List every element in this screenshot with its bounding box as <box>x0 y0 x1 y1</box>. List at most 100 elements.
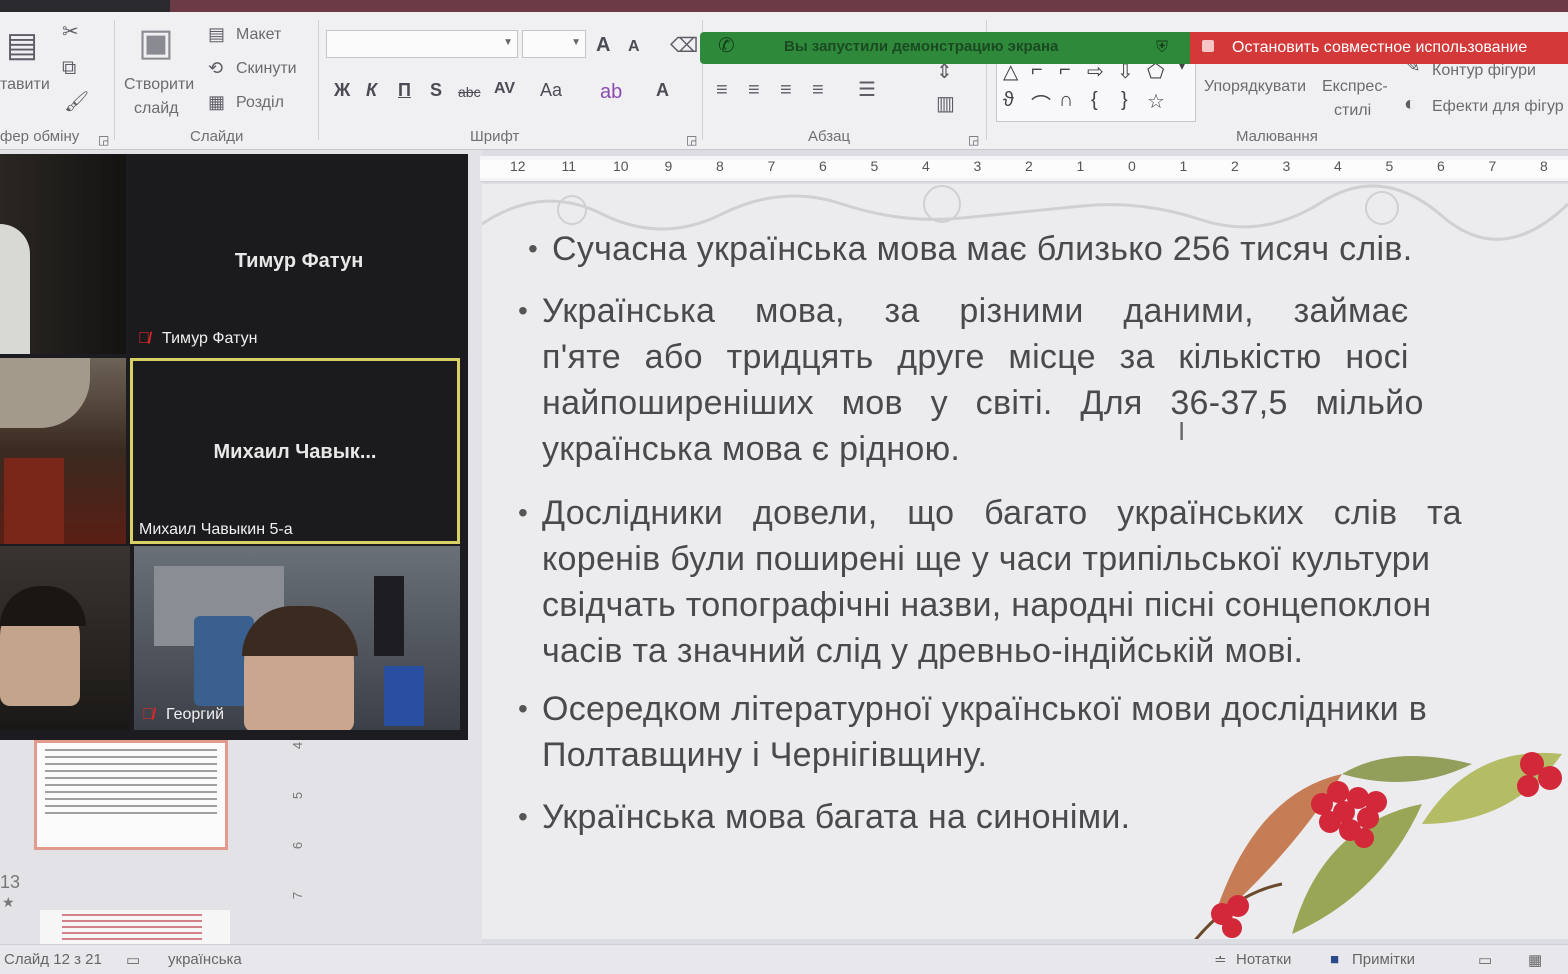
spellcheck-icon[interactable]: ▭ <box>126 951 140 969</box>
align-center-icon[interactable]: ≡ <box>748 80 760 100</box>
format-painter-icon[interactable]: 🖌 <box>64 92 89 112</box>
section-icon[interactable]: ▦ <box>208 92 225 112</box>
ruler-tick-label: 4 <box>922 158 930 174</box>
lamp-background <box>0 358 90 428</box>
curve-shape-icon[interactable]: ∩ <box>1059 89 1073 112</box>
star-shape-icon[interactable]: ☆ <box>1147 89 1165 114</box>
bullet-line: часів та значний слід у древньо-індійськ… <box>542 632 1304 670</box>
font-name-combo[interactable]: ▼ <box>326 30 518 58</box>
align-right-icon[interactable]: ≡ <box>780 80 792 100</box>
normal-view-icon[interactable]: ▭ <box>1478 951 1492 969</box>
notes-button[interactable]: Нотатки <box>1236 951 1291 968</box>
highlight-icon[interactable]: ab <box>600 82 622 102</box>
quick-styles-label-1[interactable]: Експрес- <box>1322 78 1388 96</box>
italic-button[interactable]: К <box>366 80 377 101</box>
video-tile-timur[interactable]: Тимур Фатун 🎙̸ Тимур Фатун <box>130 154 468 354</box>
video-gallery[interactable]: Тимур Фатун 🎙̸ Тимур Фатун Михаил Чавык.… <box>0 154 468 740</box>
paste-icon[interactable]: ▤ <box>6 28 38 62</box>
ruler-tick-label: 6 <box>1437 158 1445 174</box>
thumbnail-text-lines <box>45 749 217 819</box>
language-indicator[interactable]: українська <box>168 951 242 968</box>
ruler-tick-label: 2 <box>1231 158 1239 174</box>
ruler-tick-label: 8 <box>1540 158 1548 174</box>
paragraph-group-label: Абзац <box>808 128 851 145</box>
bullet-line: свідчать топографічні назви, народні піс… <box>542 586 1432 624</box>
layout-button[interactable]: Макет <box>236 26 281 44</box>
slide-bullet-1[interactable]: Сучасна українська мова має близько 256 … <box>528 226 1568 272</box>
video-tile-partial[interactable] <box>0 546 130 730</box>
participant-hair <box>0 586 86 626</box>
bullet-line: Українська мова, за різними даними, займ… <box>542 292 1409 330</box>
freeform-shape-icon[interactable]: ϑ <box>1003 89 1014 112</box>
right-brace-shape-icon[interactable]: } <box>1121 89 1128 112</box>
shapes-gallery[interactable]: △ ⌐ ⌐ ⇨ ⇩ ⬠ ϑ ⌒ ∩ { } ☆ ▾ <box>996 54 1196 122</box>
slide-sorter-icon[interactable]: ▦ <box>1528 951 1542 969</box>
cut-icon[interactable]: ✂ <box>62 22 79 42</box>
font-launcher-icon[interactable]: ◲ <box>686 130 697 150</box>
columns-icon[interactable]: ☰ <box>858 80 876 100</box>
comments-button[interactable]: Примітки <box>1352 951 1415 968</box>
copy-icon[interactable]: ⧉ <box>62 58 76 78</box>
bullet-line: Сучасна українська мова має близько 256 … <box>552 230 1413 268</box>
shrink-font-button[interactable]: A <box>628 38 640 56</box>
justify-icon[interactable]: ≡ <box>812 80 824 100</box>
character-spacing-button[interactable]: AV <box>494 80 515 98</box>
mic-muted-icon: 🎙̸ <box>142 706 154 723</box>
text-shadow-button[interactable]: S <box>430 80 442 101</box>
ruler-tick-label: 3 <box>1282 158 1291 174</box>
new-slide-icon[interactable]: ▣ <box>138 24 174 62</box>
font-size-combo[interactable]: ▼ <box>522 30 586 58</box>
align-left-icon[interactable]: ≡ <box>716 80 728 100</box>
quick-styles-label-2[interactable]: стилі <box>1334 102 1371 120</box>
animation-star-icon: ★ <box>2 894 15 910</box>
slide-canvas[interactable]: Сучасна українська мова має близько 256 … <box>482 184 1568 939</box>
shape-effects-icon[interactable]: ◐ <box>1404 94 1416 114</box>
comments-icon[interactable]: ■ <box>1330 951 1339 968</box>
slide-bullet-3[interactable]: Дослідники довели, що багато українських… <box>518 490 1568 674</box>
furniture-background <box>4 458 64 544</box>
paste-button-label[interactable]: тавити <box>0 76 50 94</box>
phone-icon: ✆ <box>718 35 735 57</box>
slide-bullet-2[interactable]: Українська мова, за різними даними, займ… <box>518 288 1568 472</box>
section-button[interactable]: Розділ <box>236 94 284 112</box>
viburnum-decoration <box>1194 752 1562 939</box>
text-direction-icon[interactable]: ⇕ <box>936 62 953 82</box>
left-brace-shape-icon[interactable]: { <box>1091 89 1098 112</box>
ruler-tick-label: 11 <box>561 158 577 174</box>
grow-font-button[interactable]: A <box>596 34 610 57</box>
font-color-button[interactable]: A <box>656 80 669 101</box>
ruler-tick-label: 4 <box>1334 158 1342 174</box>
ruler-tick-label: 3 <box>973 158 982 174</box>
video-tile-partial[interactable] <box>0 358 126 544</box>
ruler-tick-label: 6 <box>819 158 827 174</box>
underline-button[interactable]: П <box>398 80 411 101</box>
arc-shape-icon[interactable]: ⌒ <box>1031 89 1051 118</box>
ruler-tick-label: 7 <box>767 158 776 174</box>
shape-effects-button[interactable]: Ефекти для фігур <box>1432 98 1564 116</box>
layout-icon[interactable]: ▤ <box>208 24 225 44</box>
arrange-button[interactable]: Упорядкувати <box>1204 78 1306 96</box>
clear-formatting-icon[interactable]: ⌫ <box>670 36 698 56</box>
participant-silhouette <box>0 224 30 354</box>
screen-share-notice: ✆ Вы запустили демонстрацию экрана ⛨ <box>700 32 1190 64</box>
video-tile-partial[interactable] <box>0 154 126 354</box>
stop-share-button[interactable]: Остановить совместное использование <box>1190 32 1568 64</box>
notes-icon[interactable]: ≐ <box>1214 951 1227 969</box>
video-tile-mikhail-active[interactable]: Михаил Чавык... Михаил Чавыкин 5-а <box>130 358 460 544</box>
bold-button[interactable]: Ж <box>334 80 350 101</box>
align-text-icon[interactable]: ▥ <box>936 94 955 114</box>
shape-outline-button[interactable]: Контур фігури <box>1432 62 1536 80</box>
ruler-tick-label: 0 <box>1128 158 1136 174</box>
new-slide-label-2[interactable]: слайд <box>134 100 179 118</box>
reset-icon[interactable]: ⟲ <box>208 58 223 78</box>
participant-display-name: Михаил Чавык... <box>213 441 377 463</box>
new-slide-label-1[interactable]: Створити <box>124 76 194 94</box>
video-tile-georgiy[interactable]: 🎙̸ Георгий <box>134 546 460 730</box>
reset-button[interactable]: Скинути <box>236 60 297 78</box>
slide-thumbnail-next[interactable] <box>40 910 230 944</box>
strikethrough-button[interactable]: abc <box>458 84 481 100</box>
paragraph-launcher-icon[interactable]: ◲ <box>968 130 979 150</box>
change-case-button[interactable]: Aa <box>540 80 562 101</box>
slide-thumbnail-current[interactable] <box>34 740 228 850</box>
clipboard-launcher-icon[interactable]: ◲ <box>98 130 109 150</box>
